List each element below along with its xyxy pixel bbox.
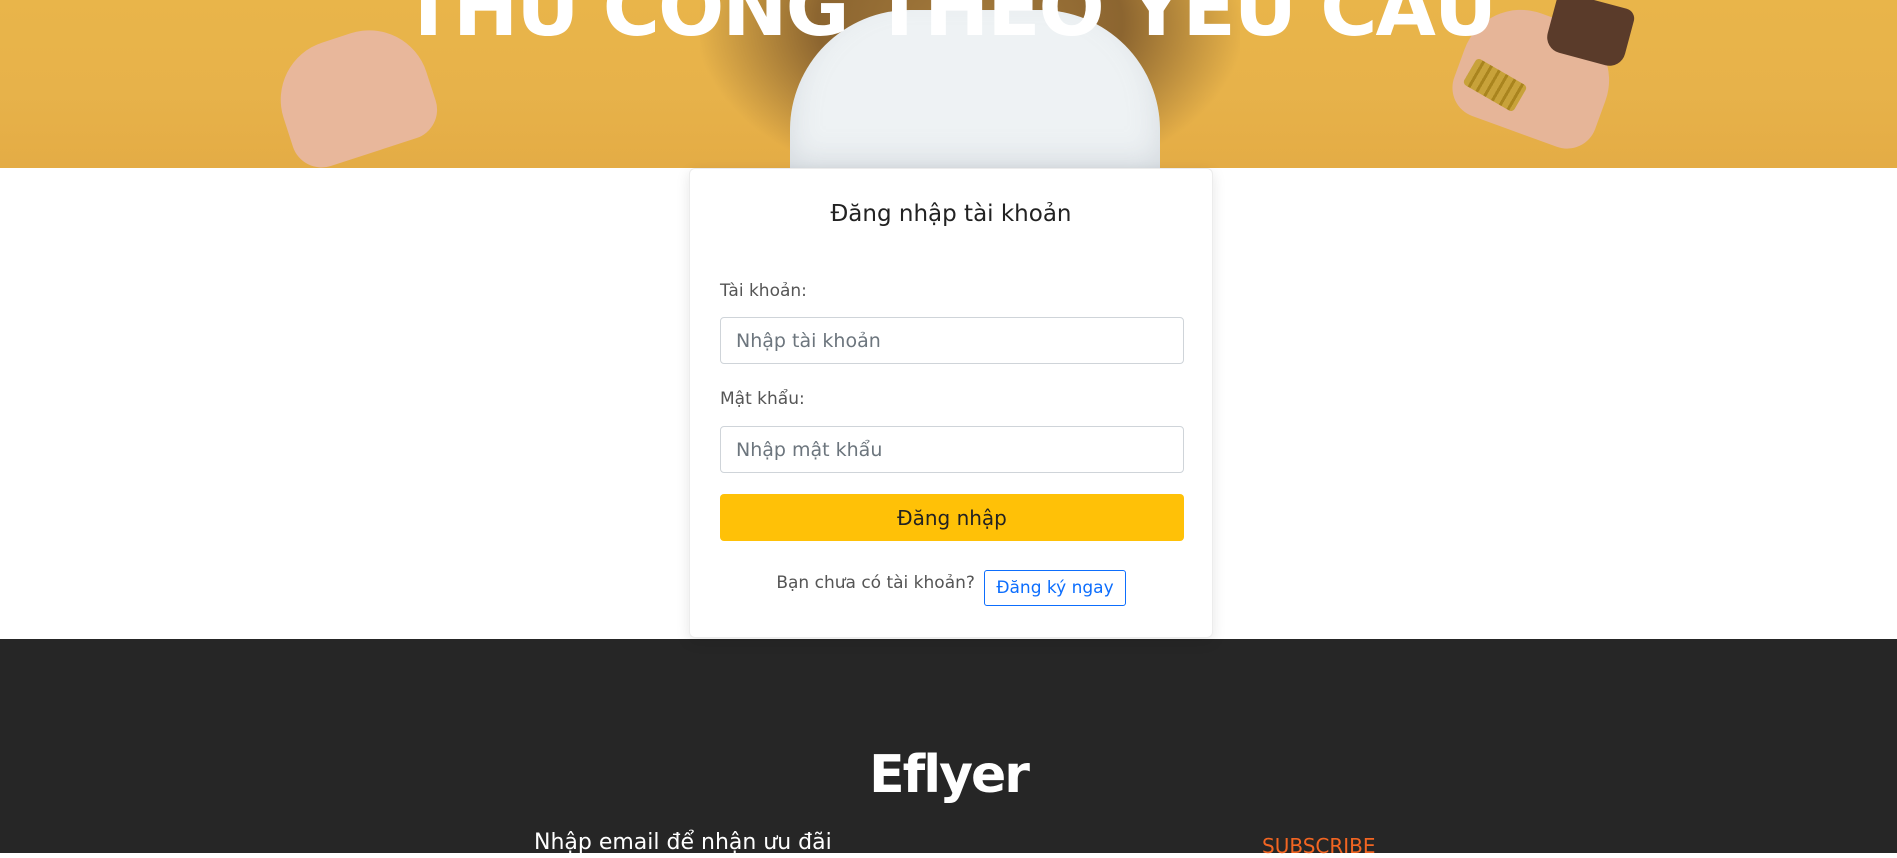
hero-banner: THỦ CÔNG THEO YÊU CẦU	[0, 0, 1897, 168]
login-button[interactable]: Đăng nhập	[720, 494, 1184, 541]
signup-prompt: Bạn chưa có tài khoản?	[776, 573, 975, 593]
password-label: Mật khẩu:	[720, 389, 805, 409]
hero-title: THỦ CÔNG THEO YÊU CẦU	[401, 0, 1497, 54]
password-input[interactable]	[720, 426, 1184, 473]
login-title: Đăng nhập tài khoản	[830, 201, 1072, 227]
username-input[interactable]	[720, 317, 1184, 364]
footer-logo[interactable]: Eflyer	[0, 745, 1897, 805]
footer: Eflyer Nhập email để nhận ưu đãi SUBSCRI…	[0, 639, 1897, 858]
signup-row: Bạn chưa có tài khoản? Đăng ký ngay	[690, 570, 1212, 606]
username-label: Tài khoản:	[720, 281, 807, 301]
newsletter-label: Nhập email để nhận ưu đãi	[534, 830, 832, 855]
subscribe-button[interactable]: SUBSCRIBE	[1262, 834, 1376, 858]
signup-link[interactable]: Đăng ký ngay	[984, 570, 1126, 606]
login-card: Đăng nhập tài khoản Tài khoản: Mật khẩu:…	[689, 168, 1213, 638]
